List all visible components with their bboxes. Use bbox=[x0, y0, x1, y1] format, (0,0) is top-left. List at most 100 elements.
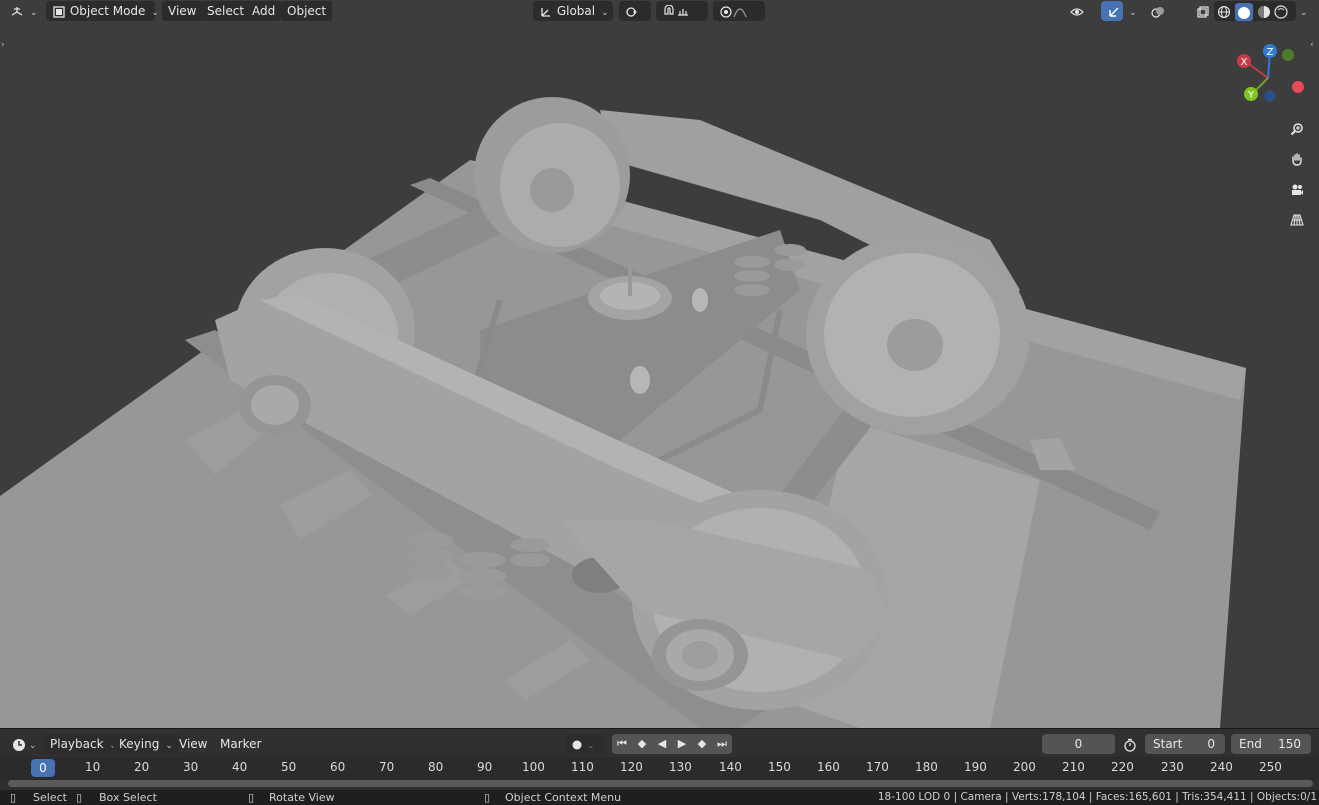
gizmo-icon bbox=[1109, 7, 1119, 17]
frame-tick: 210 bbox=[1062, 760, 1085, 774]
overlays-icon bbox=[1151, 6, 1164, 18]
bogie-model-render bbox=[0, 97, 1246, 728]
frame-tick: 90 bbox=[477, 760, 493, 774]
3d-view-icon bbox=[11, 6, 23, 16]
keying-menu[interactable]: Keying ⌄ bbox=[113, 734, 179, 754]
editor-type-button[interactable]: ⌄ bbox=[4, 1, 44, 21]
xray-toggle[interactable] bbox=[1190, 1, 1212, 21]
chevron-down-icon: ⌄ bbox=[601, 8, 609, 18]
start-frame-field[interactable]: Start 0 bbox=[1145, 734, 1225, 754]
start-value: 0 bbox=[1207, 737, 1215, 751]
status-context-menu: Object Context Menu bbox=[505, 791, 622, 804]
menu-add[interactable]: Add bbox=[246, 1, 282, 21]
playback-label: Playback bbox=[50, 737, 104, 751]
playhead-marker[interactable]: 0 bbox=[31, 759, 55, 777]
pan-button[interactable] bbox=[1284, 146, 1310, 172]
overlays-toggle[interactable] bbox=[1145, 1, 1185, 21]
navigation-gizmo[interactable]: Z X Y bbox=[1228, 42, 1308, 104]
camera-view-button[interactable] bbox=[1284, 177, 1310, 203]
marker-menu[interactable]: Marker bbox=[214, 734, 267, 754]
shading-modes[interactable] bbox=[1214, 1, 1296, 21]
mouse-right-icon: ▯ bbox=[484, 791, 491, 804]
hand-icon bbox=[1292, 153, 1302, 166]
jump-end-button[interactable]: ⏭ bbox=[712, 734, 732, 754]
zoom-icon bbox=[1290, 123, 1303, 136]
orientation-dropdown[interactable]: Global ⌄ bbox=[533, 1, 613, 21]
snap-increment-icon bbox=[678, 8, 688, 16]
play-reverse-icon: ◀ bbox=[657, 737, 667, 750]
material-shading-icon[interactable] bbox=[1257, 5, 1271, 19]
orientation-label: Global bbox=[556, 4, 596, 18]
toolbar-expand-arrow[interactable]: › bbox=[1, 40, 5, 50]
mouse-drag-icon: ▯ bbox=[76, 791, 83, 804]
playback-menu[interactable]: Playback⌄ bbox=[44, 734, 124, 754]
frame-tick: 170 bbox=[866, 760, 889, 774]
axle-box-back bbox=[239, 375, 311, 435]
camera-icon bbox=[1292, 184, 1303, 195]
timeline-editor-type[interactable]: ⌄ bbox=[6, 734, 40, 754]
shading-dropdown[interactable]: ⌄ bbox=[1297, 1, 1315, 21]
rendered-shading-icon[interactable] bbox=[1274, 4, 1289, 19]
frame-tick: 70 bbox=[379, 760, 395, 774]
chevron-down-icon: ⌄ bbox=[1129, 8, 1137, 18]
snap-toggle[interactable] bbox=[656, 1, 708, 21]
frame-tick: 220 bbox=[1111, 760, 1134, 774]
mouse-left-icon: ▯ bbox=[10, 791, 17, 804]
menu-object[interactable]: Object bbox=[281, 1, 333, 21]
jump-start-icon: ⏮ bbox=[617, 737, 627, 750]
frame-tick: 120 bbox=[620, 760, 643, 774]
prev-keyframe-button[interactable]: ◆ bbox=[632, 734, 652, 754]
timeline-scrollbar[interactable] bbox=[8, 780, 1313, 787]
solid-shading-icon bbox=[1237, 7, 1250, 19]
zoom-button[interactable] bbox=[1284, 116, 1310, 142]
mode-dropdown[interactable]: Object Mode ⌄ bbox=[46, 1, 159, 21]
preview-range-toggle[interactable] bbox=[1120, 734, 1142, 754]
frame-tick: 240 bbox=[1210, 760, 1233, 774]
grid-perspective-icon bbox=[1290, 214, 1304, 226]
current-frame-field[interactable]: 0 bbox=[1042, 734, 1115, 754]
frame-tick: 190 bbox=[964, 760, 987, 774]
frame-tick: 100 bbox=[522, 760, 545, 774]
xray-icon bbox=[1197, 5, 1209, 18]
wireframe-shading-icon[interactable] bbox=[1217, 5, 1231, 19]
play-button[interactable]: ▶ bbox=[672, 734, 692, 754]
gizmo-neg-x bbox=[1292, 81, 1304, 93]
pivot-point-dropdown[interactable] bbox=[619, 1, 651, 21]
play-reverse-button[interactable]: ◀ bbox=[652, 734, 672, 754]
frame-tick: 250 bbox=[1259, 760, 1282, 774]
chevron-down-icon: ⌄ bbox=[165, 741, 173, 751]
timeline-header: ⌄ Playback⌄ Keying ⌄ View Marker ⌄ ⏮ ◆ ◀ … bbox=[0, 729, 1319, 757]
solid-shading-button[interactable] bbox=[1234, 2, 1253, 21]
start-label: Start bbox=[1153, 737, 1183, 751]
menu-select[interactable]: Select bbox=[201, 1, 251, 21]
next-keyframe-icon: ◆ bbox=[697, 737, 707, 750]
gizmo-dropdown[interactable]: ⌄ bbox=[1123, 1, 1139, 21]
playback-controls: ⏮ ◆ ◀ ▶ ◆ ⏭ bbox=[612, 734, 732, 754]
next-keyframe-button[interactable]: ◆ bbox=[692, 734, 712, 754]
gizmo-z-label: Z bbox=[1267, 47, 1274, 58]
viewport-header: ⌄ Object Mode ⌄ View Select Add Object Gl… bbox=[0, 0, 1319, 22]
3d-viewport[interactable]: ⌄ Object Mode ⌄ View Select Add Object Gl… bbox=[0, 0, 1319, 728]
end-frame-field[interactable]: End 150 bbox=[1231, 734, 1311, 754]
sidebar-expand-arrow[interactable]: ‹ bbox=[1310, 40, 1314, 50]
chevron-down-icon: ⌄ bbox=[151, 8, 159, 18]
frame-tick: 10 bbox=[85, 760, 101, 774]
jump-start-button[interactable]: ⏮ bbox=[612, 734, 632, 754]
frame-tick: 180 bbox=[915, 760, 938, 774]
proportional-edit[interactable] bbox=[713, 1, 765, 21]
timeline-view-menu[interactable]: View bbox=[173, 734, 213, 754]
perspective-toggle-button[interactable] bbox=[1284, 207, 1310, 233]
gizmo-toggle[interactable] bbox=[1101, 1, 1123, 21]
frame-tick: 60 bbox=[330, 760, 346, 774]
chevron-down-icon: ⌄ bbox=[29, 741, 37, 751]
visibility-dropdown[interactable] bbox=[1064, 1, 1096, 21]
menu-view[interactable]: View bbox=[162, 1, 203, 21]
gizmo-y-label: Y bbox=[1247, 90, 1255, 101]
chevron-down-icon: ⌄ bbox=[30, 8, 38, 18]
status-bar: ▯ Select ▯ Box Select ▯ Rotate View ▯ Ob… bbox=[0, 790, 1319, 805]
chevron-down-icon: ⌄ bbox=[1300, 8, 1308, 18]
frame-ruler[interactable]: 10 20 30 40 50 60 70 80 90 100 110 120 1… bbox=[0, 757, 1319, 781]
frame-tick: 80 bbox=[428, 760, 444, 774]
falloff-curve-icon bbox=[733, 7, 747, 17]
auto-keying-toggle[interactable]: ⌄ bbox=[566, 734, 604, 754]
